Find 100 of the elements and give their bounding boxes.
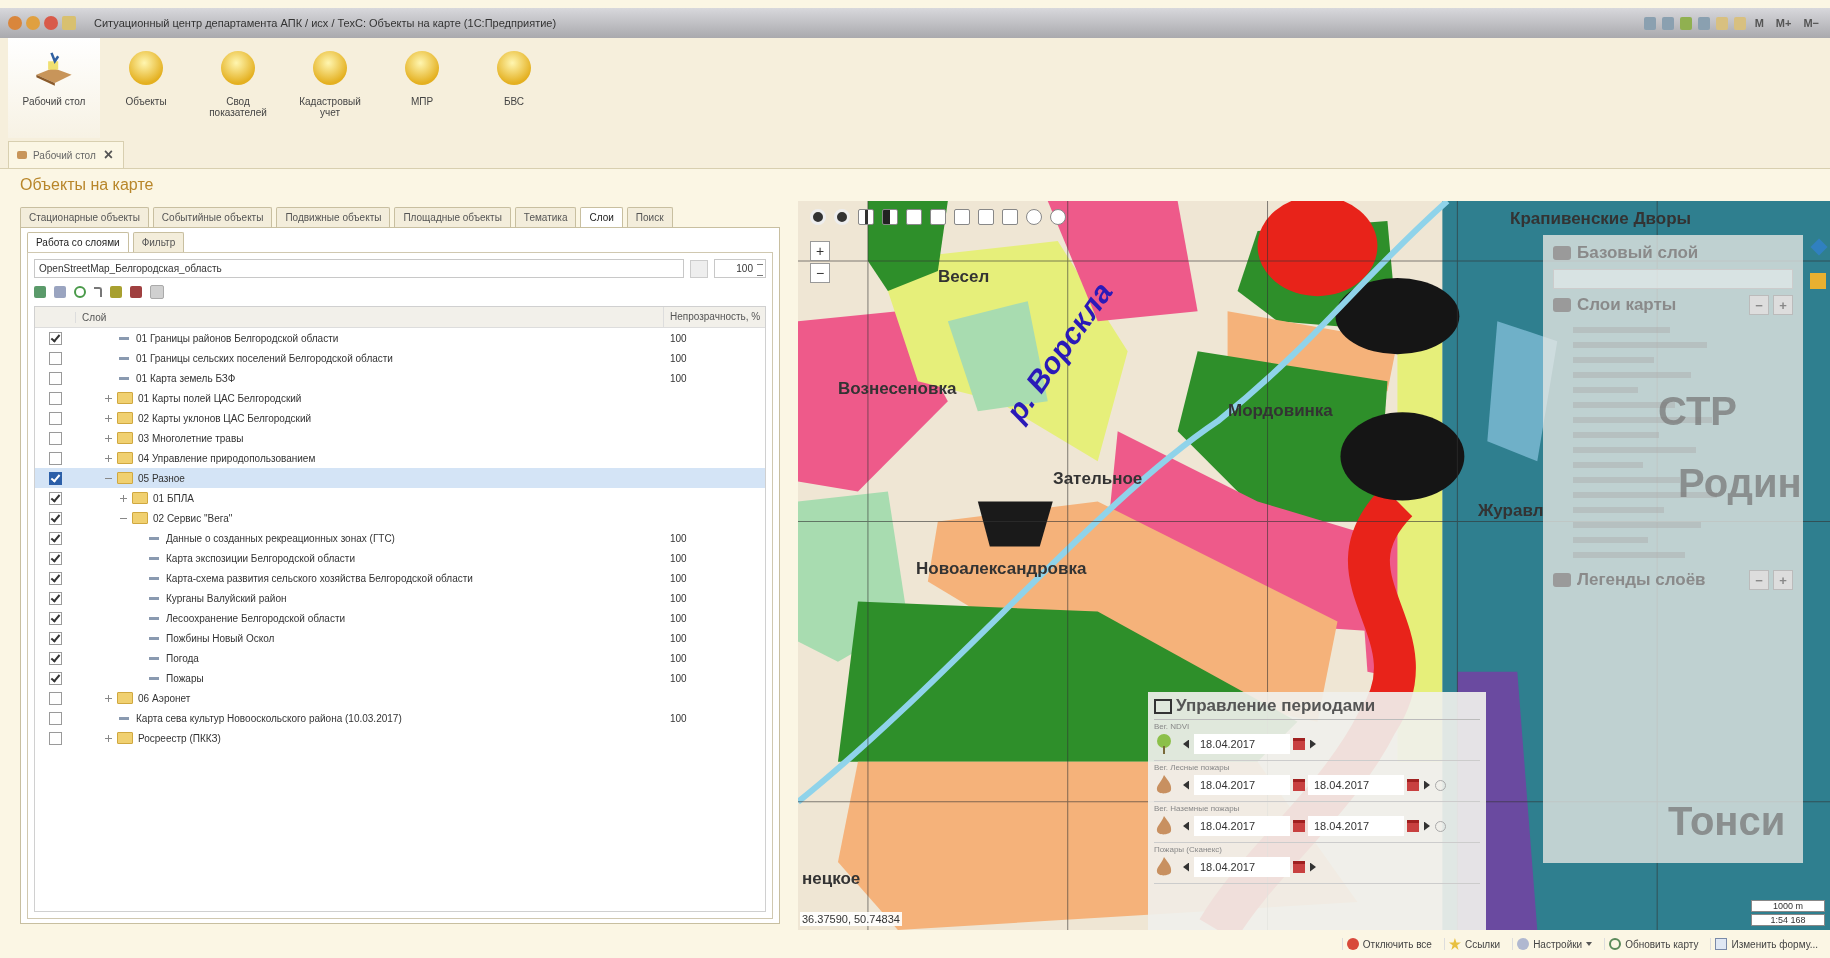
expander-icon[interactable] [105, 734, 112, 742]
status-bar-button[interactable]: Изменить форму... [1710, 938, 1822, 950]
checkbox[interactable] [48, 611, 62, 625]
memory-button[interactable]: M− [1800, 17, 1822, 29]
checkbox[interactable] [48, 551, 62, 565]
section-button[interactable]: БВС [468, 38, 560, 138]
checkbox[interactable] [48, 451, 62, 465]
checkbox[interactable] [48, 731, 62, 745]
expander-icon[interactable] [120, 494, 127, 502]
layer-row[interactable]: Карта экспозиции Белгородской области 100 [35, 548, 765, 568]
layer-row[interactable]: Погода 100 [35, 648, 765, 668]
zoom-out-button[interactable]: − [810, 263, 830, 283]
layer-row[interactable]: Курганы Валуйский район 100 [35, 588, 765, 608]
open-tab[interactable]: Рабочий стол × [8, 141, 125, 168]
layer-row[interactable]: 01 Границы районов Белгородской области 100 [35, 328, 765, 348]
layer-row[interactable]: 03 Многолетние травы [35, 428, 765, 448]
tab[interactable]: Площадные объекты [394, 207, 511, 227]
layer-row[interactable]: Пожбины Новый Оскол 100 [35, 628, 765, 648]
layer-name: 01 БПЛА [153, 492, 194, 504]
zoom-in-button[interactable]: + [810, 241, 830, 261]
section-button[interactable]: Объекты [100, 38, 192, 138]
checkbox[interactable] [48, 691, 62, 705]
checkbox[interactable] [48, 331, 62, 345]
layer-row[interactable]: 04 Управление природопользованием [35, 448, 765, 468]
column-header[interactable]: Слой [75, 311, 663, 323]
status-bar-button[interactable]: Настройки [1512, 938, 1597, 950]
checkbox[interactable] [48, 411, 62, 425]
flame-icon [1154, 774, 1174, 796]
status-bar-button[interactable]: Обновить карту [1604, 938, 1703, 950]
section-button[interactable]: МПР [376, 38, 468, 138]
layer-row[interactable]: 01 БПЛА [35, 488, 765, 508]
status-bar-button[interactable]: Ссылки [1443, 938, 1505, 950]
expander-icon[interactable] [105, 434, 112, 442]
expander-icon[interactable] [105, 694, 112, 702]
section-button[interactable]: Свод показателей [192, 38, 284, 138]
layer-name: 01 Карты полей ЦАС Белгородский [138, 392, 302, 404]
checkbox[interactable] [48, 591, 62, 605]
tab[interactable]: Стационарные объекты [20, 207, 149, 227]
layer-row[interactable]: 01 Карта земель БЗФ 100 [35, 368, 765, 388]
tab[interactable]: Тематика [514, 207, 577, 227]
layer-row[interactable]: Карта сева культур Новооскольского района (10.03.2017) 100 [35, 708, 765, 728]
layer-row[interactable]: 02 Сервис "Вега" [35, 508, 765, 528]
checkbox[interactable] [48, 571, 62, 585]
opacity-value: 100 [670, 532, 687, 544]
opacity-value: 100 [670, 332, 687, 344]
date-field[interactable]: 18.04.2017 [1194, 775, 1290, 795]
expander-icon[interactable] [105, 454, 112, 462]
layer-row[interactable]: 01 Карты полей ЦАС Белгородский [35, 388, 765, 408]
tab[interactable]: Поиск [626, 207, 673, 227]
checkbox[interactable] [48, 471, 62, 485]
layer-name: 01 Границы районов Белгородской области [136, 332, 339, 344]
checkbox[interactable] [48, 531, 62, 545]
checkbox[interactable] [48, 511, 62, 525]
date-field[interactable]: 18.04.2017 [1194, 734, 1290, 754]
layer-row[interactable]: Пожары 100 [35, 668, 765, 688]
date-field[interactable]: 18.04.2017 [1308, 775, 1404, 795]
opacity-spin-field[interactable]: 100 [714, 259, 766, 278]
tab[interactable]: Подвижные объекты [276, 207, 391, 227]
base-layer-field[interactable]: OpenStreetMap_Белгородская_область [34, 259, 684, 278]
expander-icon[interactable] [105, 394, 112, 402]
status-bar-button[interactable]: Отключить все [1341, 938, 1436, 950]
expander-icon[interactable] [105, 414, 112, 422]
checkbox[interactable] [48, 371, 62, 385]
checkbox[interactable] [48, 651, 62, 665]
checkbox[interactable] [48, 391, 62, 405]
panel-heading: Базовый слой [1577, 243, 1699, 263]
layer-name: 06 Аэронет [138, 692, 191, 704]
tab[interactable]: Событийные объекты [152, 207, 273, 227]
date-field[interactable]: 18.04.2017 [1308, 816, 1404, 836]
date-field[interactable]: 18.04.2017 [1194, 816, 1290, 836]
hook-arrow-icon[interactable] [94, 287, 102, 297]
spin-arrows-icon[interactable] [757, 264, 763, 276]
form-title: Объекты на карте [20, 175, 155, 195]
column-header[interactable]: Непрозрачность, % [663, 307, 765, 327]
layer-row[interactable]: Росреестр (ПККЗ) [35, 728, 765, 748]
memory-button[interactable]: M [1751, 17, 1767, 29]
checkbox[interactable] [48, 671, 62, 685]
tab[interactable]: Работа со слоями [27, 232, 129, 252]
checkbox[interactable] [48, 631, 62, 645]
split-icon[interactable] [882, 209, 898, 225]
window-button-icon[interactable] [44, 16, 58, 30]
layer-row[interactable]: 06 Аэронет [35, 688, 765, 708]
section-button[interactable]: Рабочий стол [8, 38, 100, 138]
section-button[interactable]: Кадастровый учет [284, 38, 376, 138]
layer-row[interactable]: Карта-схема развития сельского хозяйства Белгородской области 100 [35, 568, 765, 588]
layer-row[interactable]: 05 Разное [35, 468, 765, 488]
checkbox[interactable] [48, 711, 62, 725]
memory-button[interactable]: M+ [1772, 17, 1795, 29]
tab[interactable]: Слои [580, 207, 623, 227]
layer-row[interactable]: 02 Карты уклонов ЦАС Белгородский [35, 408, 765, 428]
layer-row[interactable]: Данные о созданных рекреационных зонах (ГТС) 100 [35, 528, 765, 548]
checkbox[interactable] [48, 351, 62, 365]
date-field[interactable]: 18.04.2017 [1194, 857, 1290, 877]
tab[interactable]: Фильтр [132, 232, 185, 252]
layer-row[interactable]: 01 Границы сельских поселений Белгородской области 100 [35, 348, 765, 368]
layer-row[interactable]: Лесоохранение Белгородской области 100 [35, 608, 765, 628]
folder-icon [117, 432, 133, 444]
checkbox[interactable] [48, 431, 62, 445]
close-button[interactable]: × [101, 146, 116, 164]
checkbox[interactable] [48, 491, 62, 505]
